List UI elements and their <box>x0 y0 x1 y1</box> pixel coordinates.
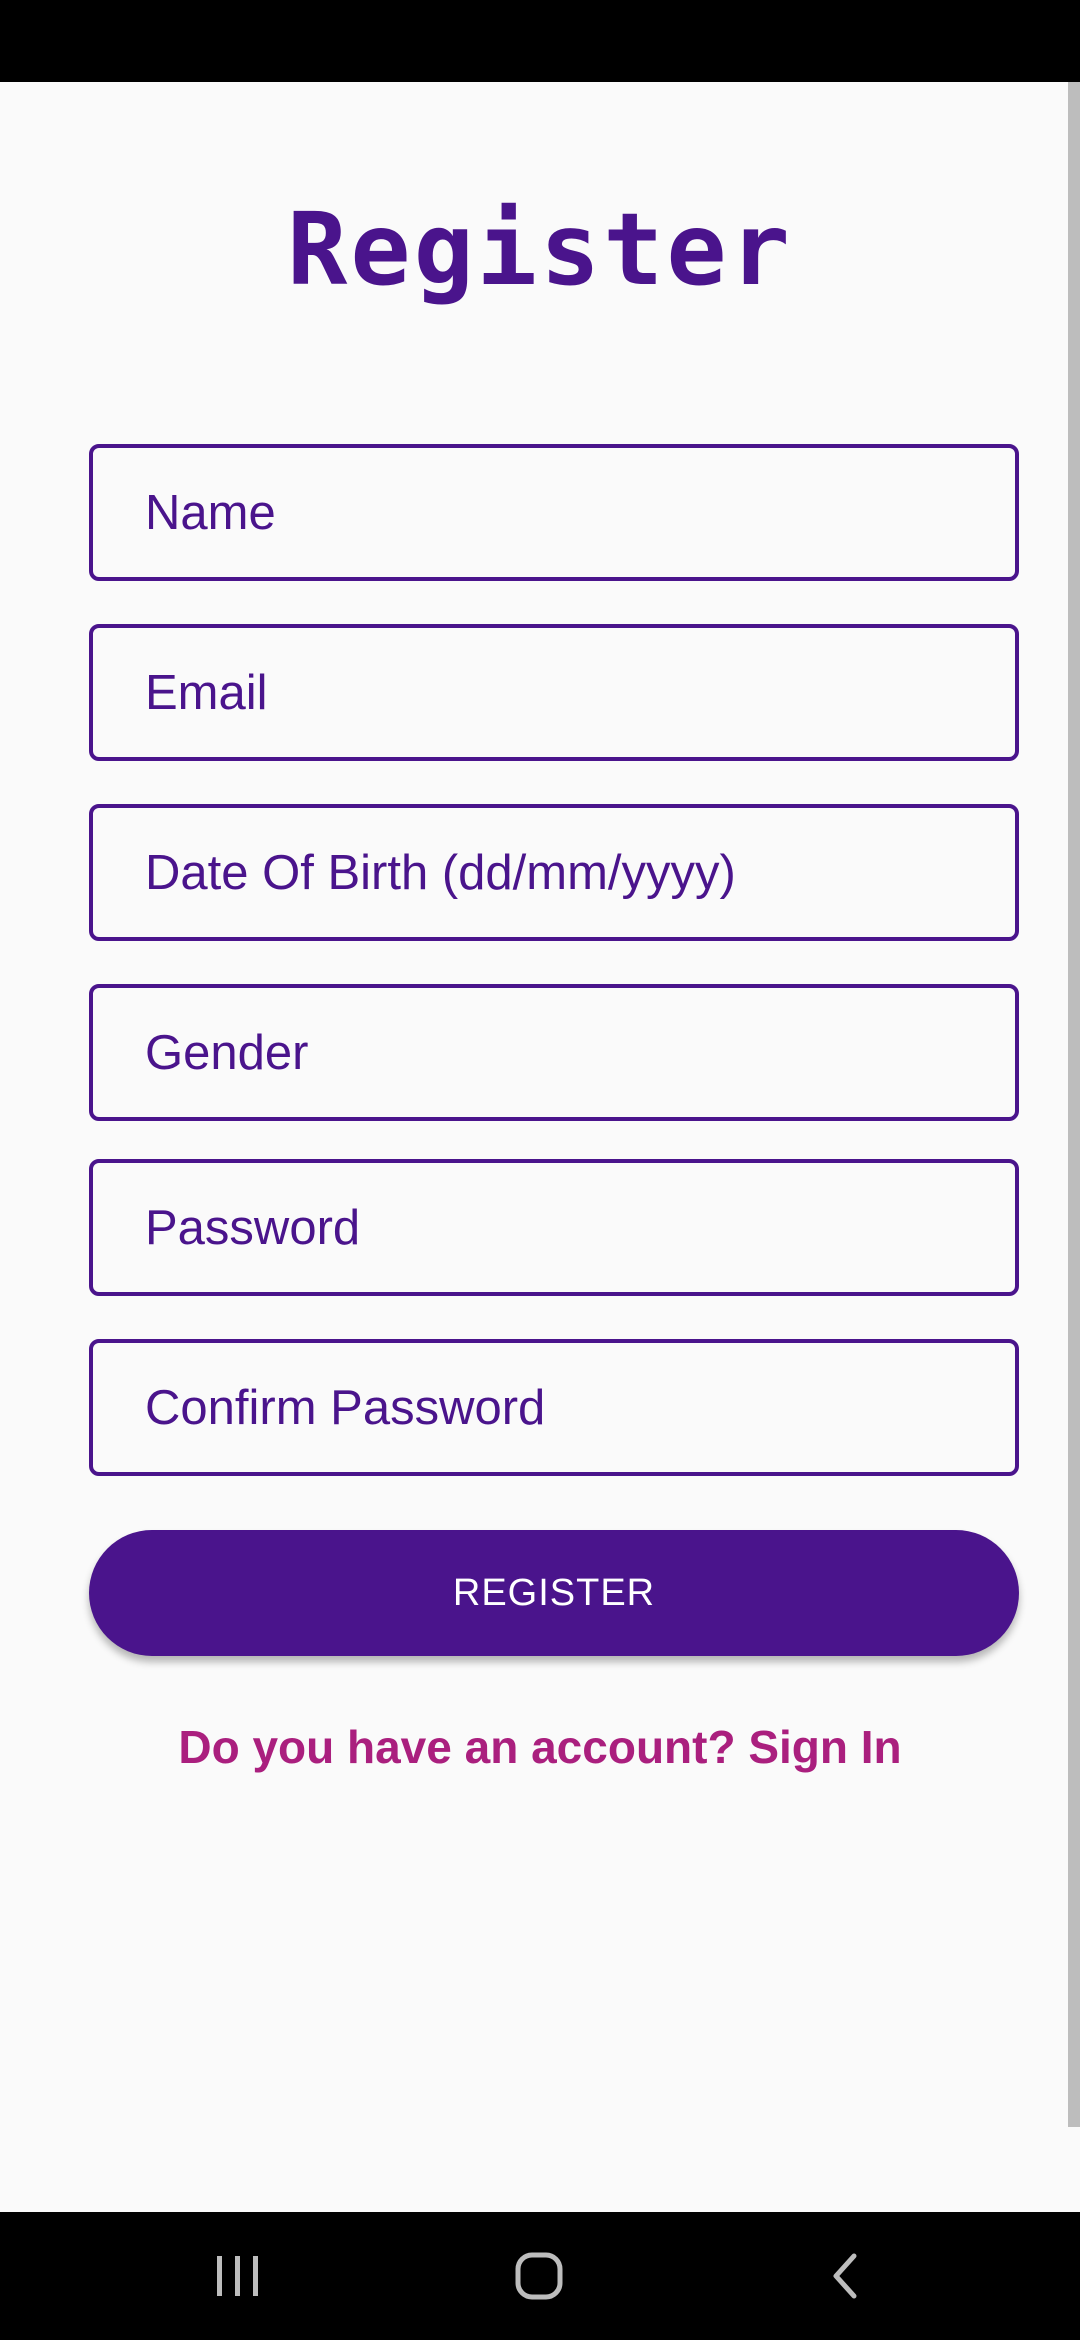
gender-field[interactable] <box>89 984 1019 1121</box>
home-button[interactable] <box>460 2212 620 2340</box>
back-button[interactable] <box>762 2212 922 2340</box>
password-input[interactable] <box>93 1163 1015 1292</box>
gender-input[interactable] <box>93 988 1015 1117</box>
email-field[interactable] <box>89 624 1019 761</box>
scrollbar[interactable] <box>1068 82 1080 2127</box>
password-field[interactable] <box>89 1159 1019 1296</box>
name-field[interactable] <box>89 444 1019 581</box>
register-screen <box>0 82 1080 2212</box>
email-input[interactable] <box>93 628 1015 757</box>
dob-field[interactable] <box>89 804 1019 941</box>
home-icon <box>515 2252 563 2300</box>
name-input[interactable] <box>93 448 1015 577</box>
confirm-password-field[interactable] <box>89 1339 1019 1476</box>
recent-apps-icon <box>217 2256 258 2296</box>
dob-input[interactable] <box>93 808 1015 937</box>
status-bar <box>0 0 1080 82</box>
confirm-password-input[interactable] <box>93 1343 1015 1472</box>
back-icon <box>833 2253 857 2299</box>
page-title: Register <box>287 191 793 308</box>
navigation-bar <box>0 2212 1080 2340</box>
recent-apps-button[interactable] <box>158 2212 318 2340</box>
sign-in-link[interactable]: Do you have an account? Sign In <box>0 1715 1080 1779</box>
register-button[interactable]: REGISTER <box>89 1530 1019 1656</box>
